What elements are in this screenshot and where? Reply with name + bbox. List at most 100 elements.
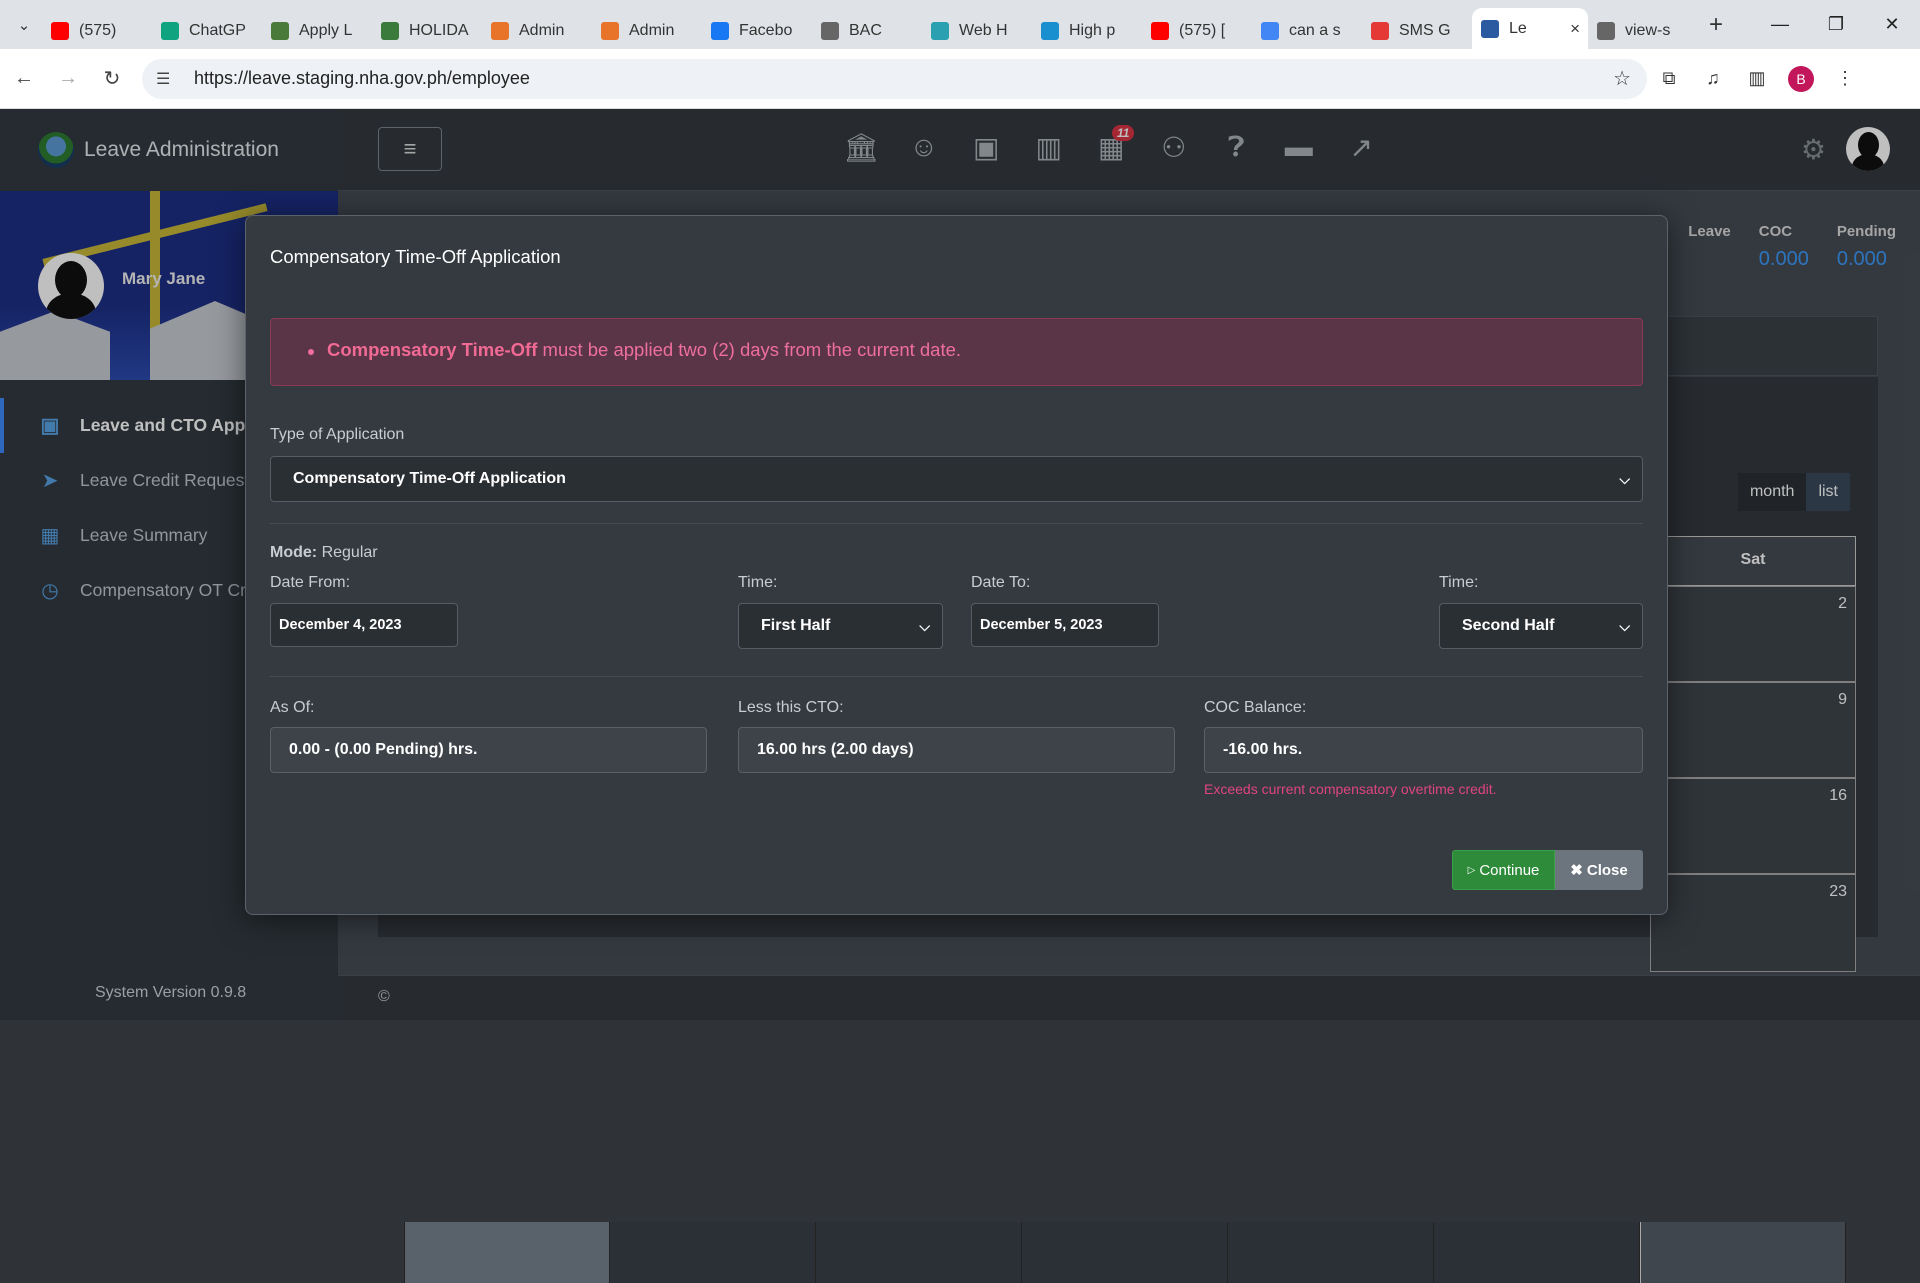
browser-tab[interactable]: ChatGP (152, 13, 262, 49)
leave-icon (1481, 19, 1499, 38)
tab-title: Le (1509, 19, 1527, 37)
browser-toolbar: ← → ↻ ☰ https://leave.staging.nha.gov.ph… (0, 49, 1920, 109)
divider (270, 676, 1643, 677)
calendar-day-cell[interactable] (1640, 1222, 1846, 1283)
sms-icon (1371, 22, 1389, 40)
browser-tab[interactable]: Admin (482, 13, 592, 49)
time-from-select[interactable]: First Half ⌵ (738, 603, 943, 649)
time-from-value: First Half (761, 617, 831, 634)
tab-title: SMS G (1399, 22, 1451, 39)
tab-title: Apply L (299, 22, 353, 39)
back-icon[interactable]: ← (4, 59, 44, 99)
alert-bold-text: Compensatory Time-Off (327, 339, 538, 360)
tab-search-icon[interactable]: ⌄ (6, 7, 42, 43)
side-panel-icon[interactable]: ▥ (1735, 59, 1779, 99)
mode-value: Regular (321, 544, 378, 561)
time-from-label: Time: (738, 574, 778, 591)
time-to-value: Second Half (1462, 617, 1555, 634)
reload-icon[interactable]: ↻ (92, 59, 132, 99)
close-tab-icon[interactable]: × (1570, 19, 1580, 39)
validation-alert: Compensatory Time-Off must be applied tw… (270, 318, 1643, 386)
menu-kebab-icon[interactable]: ⋮ (1823, 59, 1867, 99)
media-icon[interactable]: ♫ (1691, 59, 1735, 99)
calendar-day-cell[interactable] (1228, 1222, 1434, 1283)
calendar-day-cell[interactable] (404, 1222, 610, 1283)
new-tab-button[interactable]: + (1698, 11, 1734, 39)
browser-tab[interactable]: High p (1032, 13, 1142, 49)
chevron-down-icon: ⌵ (1619, 618, 1630, 634)
calendar-day-cell[interactable] (610, 1222, 816, 1283)
type-of-application-select[interactable]: Compensatory Time-Off Application ⌵ (270, 456, 1643, 502)
close-button[interactable]: ✖ Close (1555, 850, 1643, 890)
less-cto-label: Less this CTO: (738, 699, 844, 716)
browser-tab[interactable]: BAC (812, 13, 922, 49)
close-icon: ✖ (1570, 862, 1583, 879)
time-to-label: Time: (1439, 574, 1479, 591)
date-from-label: Date From: (270, 574, 351, 591)
continue-button[interactable]: ▷ Continue (1452, 850, 1555, 890)
tab-title: BAC (849, 22, 882, 39)
youtube-icon (51, 22, 69, 40)
close-label: Close (1586, 861, 1628, 879)
browser-tab[interactable]: can a s (1252, 13, 1362, 49)
browser-tab[interactable]: (575) (42, 13, 152, 49)
date-to-input[interactable]: December 5, 2023 (971, 603, 1159, 647)
globe-icon (821, 22, 839, 40)
browser-tab[interactable]: Le × (1472, 8, 1588, 49)
admin-icon (491, 22, 509, 40)
youtube-icon (1151, 22, 1169, 40)
globe-icon (1597, 22, 1615, 40)
window-controls: — ❐ ✕ (1752, 0, 1920, 49)
tab-title: can a s (1289, 22, 1341, 39)
restore-icon[interactable]: ❐ (1808, 0, 1864, 49)
browser-tab[interactable]: view-s (1588, 13, 1698, 49)
chatgpt-icon (161, 22, 179, 40)
tab-title: HOLIDA (409, 22, 469, 39)
admin-icon (601, 22, 619, 40)
minimize-icon[interactable]: — (1752, 0, 1808, 49)
browser-tab[interactable]: HOLIDA (372, 13, 482, 49)
calendar-day-cell[interactable] (1022, 1222, 1228, 1283)
close-window-icon[interactable]: ✕ (1864, 0, 1920, 49)
google-icon (1261, 22, 1279, 40)
less-cto-field: 16.00 hrs (2.00 days) (738, 727, 1175, 773)
tab-title: (575) (79, 22, 117, 39)
time-to-select[interactable]: Second Half ⌵ (1439, 603, 1643, 649)
calendar-day-cell[interactable] (816, 1222, 1022, 1283)
tab-title: Admin (519, 22, 565, 39)
calendar-day-cell[interactable] (1434, 1222, 1640, 1283)
site-icon (381, 22, 399, 40)
address-bar[interactable]: ☰ https://leave.staging.nha.gov.ph/emplo… (142, 58, 1647, 99)
mode-label-key: Mode: (270, 544, 318, 561)
url-text: https://leave.staging.nha.gov.ph/employe… (194, 68, 530, 88)
browser-tab[interactable]: (575) [ (1142, 13, 1252, 49)
as-of-label: As Of: (270, 699, 315, 716)
facebook-icon (711, 22, 729, 40)
site-info-icon[interactable]: ☰ (156, 69, 178, 89)
browser-tab[interactable]: SMS G (1362, 13, 1472, 49)
browser-tab[interactable]: Web H (922, 13, 1032, 49)
coc-balance-label: COC Balance: (1204, 699, 1307, 716)
bookmark-star-icon[interactable]: ☆ (1613, 66, 1631, 91)
extensions-icon[interactable]: ⧉ (1647, 59, 1691, 99)
tab-title: Facebo (739, 22, 793, 39)
tab-list: (575) ChatGP Apply L HOLIDA Admin Admin Facebo… (42, 0, 1698, 49)
browser-tab[interactable]: Admin (592, 13, 702, 49)
tab-title: ChatGP (189, 22, 246, 39)
sms-icon (1041, 22, 1059, 40)
date-from-input[interactable]: December 4, 2023 (270, 603, 458, 647)
browser-tab[interactable]: Facebo (702, 13, 812, 49)
tab-title: Admin (629, 22, 675, 39)
tab-title: Web H (959, 22, 1008, 39)
browser-tab[interactable]: Apply L (262, 13, 372, 49)
divider (270, 523, 1643, 524)
forward-icon[interactable]: → (48, 59, 88, 99)
tab-title: view-s (1625, 22, 1671, 39)
coc-error-text: Exceeds current compensatory overtime cr… (1204, 781, 1497, 797)
profile-button[interactable]: B (1779, 59, 1823, 99)
type-value: Compensatory Time-Off Application (293, 470, 566, 487)
alert-text: must be applied two (2) days from the cu… (537, 339, 962, 360)
continue-label: Continue (1479, 861, 1540, 879)
profile-avatar: B (1788, 65, 1814, 92)
date-to-label: Date To: (971, 574, 1031, 591)
